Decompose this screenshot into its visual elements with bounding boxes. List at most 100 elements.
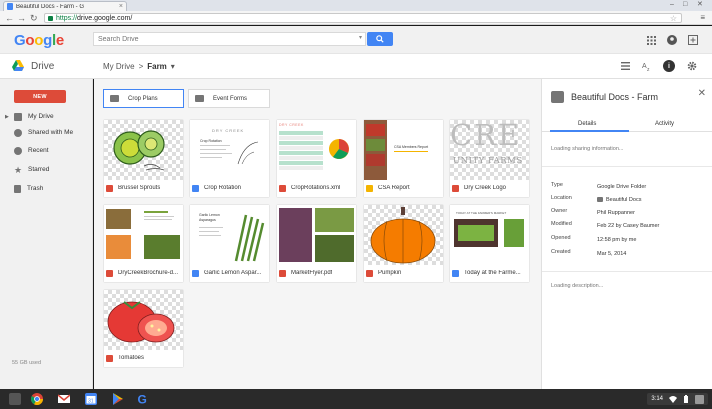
url-text: https://drive.google.com/ [56,15,132,22]
back-icon[interactable]: ← [5,12,14,24]
google-search-icon[interactable]: G [137,393,149,405]
file-card-marketflyer[interactable]: MarketFlyer.pdf [277,205,356,282]
thumb-heading: CSA Members Report [394,145,429,149]
breadcrumb-separator: > [138,62,144,71]
storage-usage: 55 GB used [12,360,42,366]
slides-file-icon [366,184,373,192]
file-card-croprotations-xml[interactable]: DRY CREEK CropRotations.xml [277,120,356,197]
address-bar[interactable]: https://drive.google.com/ ☆ [44,13,682,23]
gmail-icon[interactable] [58,393,70,405]
search-button[interactable] [367,32,393,46]
my-drive-icon [14,112,22,121]
folder-event-forms[interactable]: Event Forms [188,89,270,108]
file-card-garlic-lemon[interactable]: Garlic Lemon Asparagus Garlic Lemon Aspa… [190,205,269,282]
svg-text:G: G [138,393,147,405]
tab-details[interactable]: Details [578,121,596,127]
prop-value-wrap[interactable]: Beautiful Docs [597,195,641,204]
window-close-icon[interactable]: ✕ [697,1,703,9]
sort-icon[interactable]: Az [641,60,653,72]
browser-tab[interactable]: Beautiful Docs - Farm - G × [3,1,127,11]
svg-text:z: z [647,67,650,71]
folder-name: Event Forms [213,95,248,102]
file-thumbnail [277,205,356,265]
folder-icon [195,95,204,102]
prop-key: Created [551,249,571,255]
prop-key: Location [551,195,572,201]
file-card-dry-creek-logo[interactable]: CRE UNITY FARMS Dry Creek Logo [450,120,529,197]
search-box[interactable]: ▾ [93,32,366,46]
sidebar-item-shared[interactable]: Shared with Me [0,125,93,140]
minimize-icon[interactable]: – [670,1,674,9]
sidebar-item-my-drive[interactable]: ▶ My Drive [0,109,93,124]
prop-value: Mar 5, 2014 [597,250,627,257]
file-name: Tomatoes [118,355,145,361]
file-card-today-at-farmers[interactable]: TODAY AT THE FARMER'S MARKET Today at th… [450,205,529,282]
new-button[interactable]: NEW [14,90,66,103]
chrome-icon[interactable] [31,393,43,405]
file-card-brussel-sprouts[interactable]: Brussel Sprouts [104,120,183,197]
prop-owner: Owner Phil Ruppanner [551,208,711,217]
thumb-heading: TODAY AT THE FARMER'S MARKET [456,211,507,215]
info-icon[interactable]: i [663,60,675,72]
bookmark-star-icon[interactable]: ☆ [670,14,677,23]
folder-icon [597,197,603,202]
file-card-crop-rotation[interactable]: DRY CREEK Crop Rotation Crop Rotation [190,120,269,197]
settings-icon[interactable] [686,60,698,72]
wifi-icon [669,396,677,403]
file-card-pumpkin[interactable]: Pumpkin [364,205,443,282]
maximize-icon[interactable]: □ [683,1,687,9]
omnibox-row: ← → ↻ https://drive.google.com/ ☆ ≡ [0,11,712,25]
file-card-csa-report[interactable]: CSA Members Report CSA Report [364,120,443,197]
file-card-tomatoes[interactable]: Tomatoes [104,290,183,367]
sidebar-item-recent[interactable]: Recent [0,143,93,158]
file-name: Pumpkin [378,270,402,276]
prop-value: Google Drive Folder [597,183,647,190]
chevron-down-icon[interactable]: ▾ [171,62,175,71]
doc-file-icon [192,269,199,277]
calendar-icon[interactable]: 31 [85,393,97,405]
search-options-icon[interactable]: ▾ [359,34,362,41]
launcher-icon[interactable] [9,393,21,405]
forward-icon[interactable]: → [17,12,26,24]
search-input[interactable] [98,35,358,43]
account-icon[interactable] [666,34,678,46]
play-store-icon[interactable] [112,393,124,405]
file-meta: Tomatoes [104,352,183,364]
drive-toolbar: Drive My Drive > Farm ▾ Az i [0,54,712,79]
google-logo[interactable]: Google [14,32,64,49]
details-tabs: Details Activity [542,118,712,132]
add-account-icon[interactable] [687,34,699,46]
file-meta: Today at the Farme... [450,267,529,279]
file-thumbnail: DRY CREEK [277,120,356,180]
file-meta: DryCreekBrochure-d... [104,267,183,279]
sidebar-item-trash[interactable]: Trash [0,181,93,196]
file-thumbnail [104,290,183,350]
tab-close-icon[interactable]: × [119,3,123,10]
close-icon[interactable]: ✕ [698,88,706,99]
apps-icon[interactable] [645,34,657,46]
thumb-logo-big: CRE [450,120,522,152]
avatar [695,394,704,404]
expand-caret-icon[interactable]: ▶ [5,114,9,120]
status-tray[interactable]: 3:14 [647,393,708,405]
svg-text:31: 31 [88,399,94,405]
breadcrumb-root[interactable]: My Drive [103,62,135,71]
folder-icon [110,95,119,102]
breadcrumb-current[interactable]: Farm [147,62,167,71]
chrome-menu-icon[interactable]: ≡ [700,13,705,22]
file-meta: Garlic Lemon Aspar... [190,267,269,279]
file-card-drycreekbrochure[interactable]: DryCreekBrochure-d... [104,205,183,282]
sidebar: NEW ▶ My Drive Shared with Me Recent ★ S… [0,79,93,389]
sidebar-item-starred[interactable]: ★ Starred [0,162,93,177]
prop-location: Location Beautiful Docs [551,195,711,204]
tab-activity[interactable]: Activity [655,121,674,127]
sidebar-item-label: Starred [28,166,50,173]
file-name: Dry Creek Logo [464,185,507,191]
list-view-icon[interactable] [619,60,631,72]
folder-crop-plans[interactable]: Crop Plans [103,89,184,108]
prop-value: Feb 22 by Casey Baumer [597,222,660,229]
prop-opened: Opened 12:58 pm by me [551,235,711,244]
recent-icon [14,146,22,155]
search-icon [376,35,384,43]
reload-icon[interactable]: ↻ [30,12,38,24]
